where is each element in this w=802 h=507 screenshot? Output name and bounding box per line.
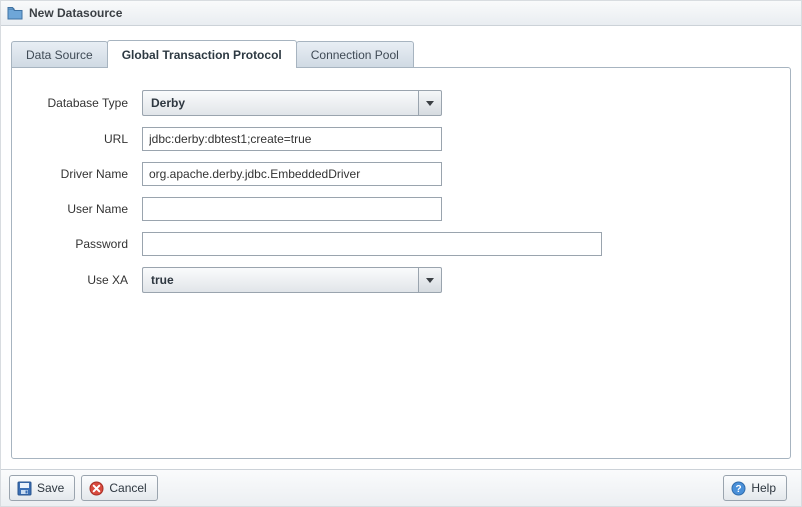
tabbar: Data Source Global Transaction Protocol … <box>11 40 791 68</box>
label-use-xa: Use XA <box>32 273 142 287</box>
help-button-label: Help <box>751 481 776 495</box>
cancel-button[interactable]: Cancel <box>81 475 157 501</box>
label-database-type: Database Type <box>32 96 142 110</box>
database-type-dropdown-button[interactable] <box>418 90 442 116</box>
save-icon <box>16 480 32 496</box>
use-xa-value: true <box>142 267 418 293</box>
row-url: URL <box>32 127 770 151</box>
content-area: Data Source Global Transaction Protocol … <box>1 26 801 469</box>
label-url: URL <box>32 132 142 146</box>
use-xa-select[interactable]: true <box>142 267 442 293</box>
user-name-input[interactable] <box>142 197 442 221</box>
chevron-down-icon <box>426 278 434 283</box>
row-user-name: User Name <box>32 197 770 221</box>
svg-text:?: ? <box>735 484 741 495</box>
help-button[interactable]: ? Help <box>723 475 787 501</box>
cancel-icon <box>88 480 104 496</box>
tab-global-transaction-protocol[interactable]: Global Transaction Protocol <box>107 40 297 68</box>
password-input[interactable] <box>142 232 602 256</box>
help-icon: ? <box>730 480 746 496</box>
label-driver-name: Driver Name <box>32 167 142 181</box>
url-input[interactable] <box>142 127 442 151</box>
label-password: Password <box>32 237 142 251</box>
use-xa-dropdown-button[interactable] <box>418 267 442 293</box>
folder-icon <box>7 6 23 20</box>
tab-panel: Database Type Derby URL Driver N <box>11 67 791 459</box>
row-database-type: Database Type Derby <box>32 90 770 116</box>
footer: Save Cancel ? Help <box>1 469 801 506</box>
label-user-name: User Name <box>32 202 142 216</box>
window: New Datasource Data Source Global Transa… <box>0 0 802 507</box>
database-type-value: Derby <box>142 90 418 116</box>
window-title: New Datasource <box>29 6 122 20</box>
row-use-xa: Use XA true <box>32 267 770 293</box>
cancel-button-label: Cancel <box>109 481 146 495</box>
database-type-select[interactable]: Derby <box>142 90 442 116</box>
save-button-label: Save <box>37 481 64 495</box>
titlebar: New Datasource <box>1 1 801 26</box>
tab-data-source[interactable]: Data Source <box>11 41 108 68</box>
row-driver-name: Driver Name <box>32 162 770 186</box>
chevron-down-icon <box>426 101 434 106</box>
driver-name-input[interactable] <box>142 162 442 186</box>
save-button[interactable]: Save <box>9 475 75 501</box>
row-password: Password <box>32 232 770 256</box>
tab-connection-pool[interactable]: Connection Pool <box>296 41 414 68</box>
